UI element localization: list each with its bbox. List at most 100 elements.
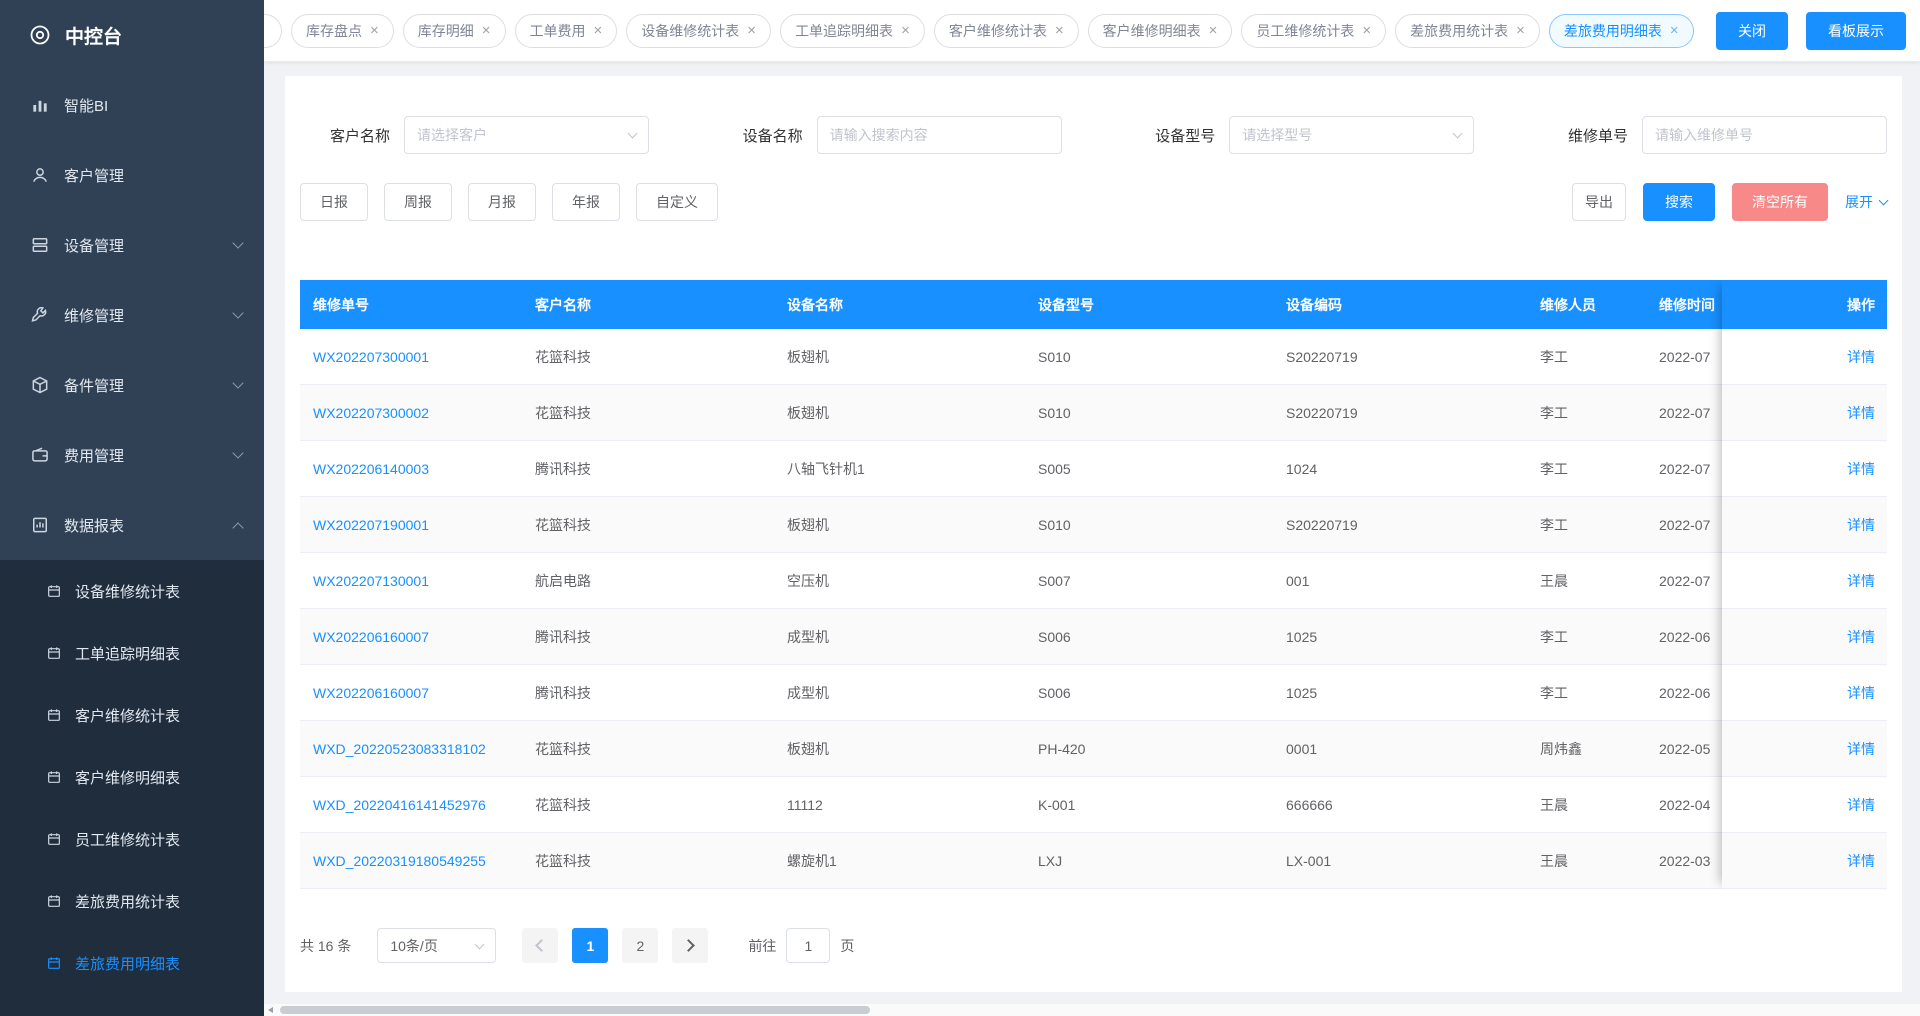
detail-link[interactable]: 详情	[1847, 403, 1875, 423]
monthly-report-button[interactable]: 月报	[468, 183, 536, 221]
close-icon[interactable]: ×	[482, 23, 491, 38]
detail-link[interactable]: 详情	[1847, 683, 1875, 703]
close-icon[interactable]: ×	[1362, 23, 1371, 38]
order-link[interactable]: WXD_20220319180549255	[300, 853, 522, 869]
detail-link[interactable]: 详情	[1847, 515, 1875, 535]
order-link[interactable]: WX202207130001	[300, 573, 522, 589]
action-cell: 详情	[1722, 385, 1887, 441]
device-name-input[interactable]	[816, 116, 1062, 154]
custom-report-button[interactable]: 自定义	[636, 183, 718, 221]
order-link[interactable]: WX202206160007	[300, 629, 522, 645]
yearly-report-button[interactable]: 年报	[552, 183, 620, 221]
action-cell: 详情	[1722, 609, 1887, 665]
app-logo[interactable]: 中控台	[0, 0, 264, 70]
tab-customer-repair-detail[interactable]: 客户维修明细表 ×	[1087, 13, 1233, 48]
order-link[interactable]: WX202207300001	[300, 349, 522, 365]
sidebar-item-label: 设备管理	[64, 237, 125, 255]
order-link[interactable]: WXD_20220523083318102	[300, 741, 522, 757]
clear-all-button[interactable]: 清空所有	[1732, 183, 1828, 221]
action-cell: 详情	[1722, 777, 1887, 833]
search-button[interactable]: 搜索	[1643, 183, 1715, 221]
page-size-select[interactable]: 10条/页	[377, 928, 497, 963]
table-row: WX202206160007 腾讯科技 成型机 S006 1025 李工 2022-06	[300, 609, 1887, 665]
sidebar-item-data-reports[interactable]: 数据报表	[0, 490, 264, 560]
order-link[interactable]: WX202207300002	[300, 405, 522, 421]
model-cell: LXJ	[1038, 852, 1063, 869]
main-area: 客户名称 请选择客户 设备名称 设备型号 请选择型号 维修单号	[264, 62, 1920, 1016]
chevron-down-icon	[627, 128, 638, 139]
detail-link[interactable]: 详情	[1847, 795, 1875, 815]
horizontal-scrollbar[interactable]	[264, 1004, 1920, 1016]
close-icon[interactable]: ×	[1055, 23, 1064, 38]
detail-link[interactable]: 详情	[1847, 739, 1875, 759]
close-icon[interactable]: ×	[594, 23, 603, 38]
order-link[interactable]: WX202206140003	[300, 461, 522, 477]
detail-link[interactable]: 详情	[1847, 347, 1875, 367]
page-button-1[interactable]: 1	[572, 928, 609, 963]
close-tab-button[interactable]: 关闭	[1716, 11, 1788, 50]
staff-cell: 李工	[1540, 684, 1568, 701]
tab-travel-expense-stats[interactable]: 差旅费用统计表 ×	[1395, 13, 1540, 48]
sidebar-subitem-employee-repair-stats[interactable]: 员工维修统计表	[0, 808, 264, 870]
detail-link[interactable]: 详情	[1847, 627, 1875, 647]
customer-select[interactable]: 请选择客户	[404, 116, 649, 154]
scrollbar-thumb[interactable]	[280, 1006, 870, 1014]
table-row: WX202207130001 航启电路 空压机 S007 001 王晨 2022-07	[300, 553, 1887, 609]
tab-workorder-trace-detail[interactable]: 工单追踪明细表 ×	[780, 13, 925, 48]
staff-cell: 王晨	[1540, 852, 1568, 869]
expand-link[interactable]: 展开	[1845, 192, 1889, 212]
close-icon[interactable]: ×	[747, 23, 756, 38]
close-icon[interactable]: ×	[1209, 23, 1218, 38]
device-name-label: 设备名称	[742, 127, 803, 145]
close-icon[interactable]: ×	[370, 23, 379, 38]
prev-page-button[interactable]	[522, 928, 559, 963]
sidebar-item-smart-bi[interactable]: 智能BI	[0, 70, 264, 140]
tab-employee-repair-stats[interactable]: 员工维修统计表 ×	[1241, 13, 1387, 48]
staff-cell: 王晨	[1540, 572, 1568, 589]
sidebar-subitem-travel-expense-stats[interactable]: 差旅费用统计表	[0, 870, 264, 932]
export-button[interactable]: 导出	[1572, 183, 1626, 221]
board-display-button[interactable]: 看板展示	[1806, 11, 1906, 50]
sidebar-subitem-travel-expense-detail[interactable]: 差旅费用明细表	[0, 932, 264, 994]
sidebar-subitem-device-repair-stats[interactable]: 设备维修统计表	[0, 560, 264, 622]
next-page-button[interactable]	[672, 928, 709, 963]
order-link[interactable]: WXD_20220416141452976	[300, 797, 522, 813]
sidebar-item-customer-management[interactable]: 客户管理	[0, 140, 264, 210]
weekly-report-button[interactable]: 周报	[384, 183, 452, 221]
sidebar-item-repair-management[interactable]: 维修管理	[0, 280, 264, 350]
tab-partial[interactable]	[264, 13, 282, 48]
sidebar-item-spareparts-management[interactable]: 备件管理	[0, 350, 264, 420]
code-cell: 1025	[1286, 684, 1318, 701]
device-model-filter-group: 设备型号 请选择型号	[1125, 116, 1475, 154]
chevron-down-icon	[232, 237, 244, 249]
detail-link[interactable]: 详情	[1847, 459, 1875, 479]
chevron-right-icon	[682, 939, 696, 952]
repair-order-input[interactable]	[1641, 116, 1887, 154]
tab-inventory-check[interactable]: 库存盘点 ×	[291, 13, 394, 48]
daily-report-button[interactable]: 日报	[300, 183, 368, 221]
close-icon[interactable]: ×	[1670, 23, 1679, 38]
detail-link[interactable]: 详情	[1847, 851, 1875, 871]
order-link[interactable]: WX202206160007	[300, 685, 522, 701]
device-cell: 板翅机	[787, 348, 829, 365]
sidebar-item-expense-management[interactable]: 费用管理	[0, 420, 264, 490]
scroll-left-arrow-icon[interactable]	[268, 1006, 273, 1013]
page-button-2[interactable]: 2	[622, 928, 659, 963]
close-icon[interactable]: ×	[1516, 23, 1525, 38]
tab-customer-repair-stats[interactable]: 客户维修统计表 ×	[933, 13, 1079, 48]
tab-label: 库存盘点	[306, 22, 362, 39]
tab-inventory-detail[interactable]: 库存明细 ×	[402, 13, 506, 48]
device-model-select[interactable]: 请选择型号	[1229, 116, 1475, 154]
order-link[interactable]: WX202207190001	[300, 517, 522, 533]
tab-travel-expense-detail[interactable]: 差旅费用明细表 ×	[1548, 13, 1694, 48]
detail-link[interactable]: 详情	[1847, 571, 1875, 591]
tab-workorder-expense[interactable]: 工单费用 ×	[514, 13, 618, 48]
sidebar-subitem-customer-repair-stats[interactable]: 客户维修统计表	[0, 684, 264, 746]
close-icon[interactable]: ×	[901, 23, 910, 38]
tab-device-repair-stats[interactable]: 设备维修统计表 ×	[626, 13, 772, 48]
goto-page-input[interactable]	[786, 928, 831, 963]
action-cell: 详情	[1722, 329, 1887, 385]
sidebar-item-device-management[interactable]: 设备管理	[0, 210, 264, 280]
sidebar-subitem-workorder-trace-detail[interactable]: 工单追踪明细表	[0, 622, 264, 684]
sidebar-subitem-customer-repair-detail[interactable]: 客户维修明细表	[0, 746, 264, 808]
